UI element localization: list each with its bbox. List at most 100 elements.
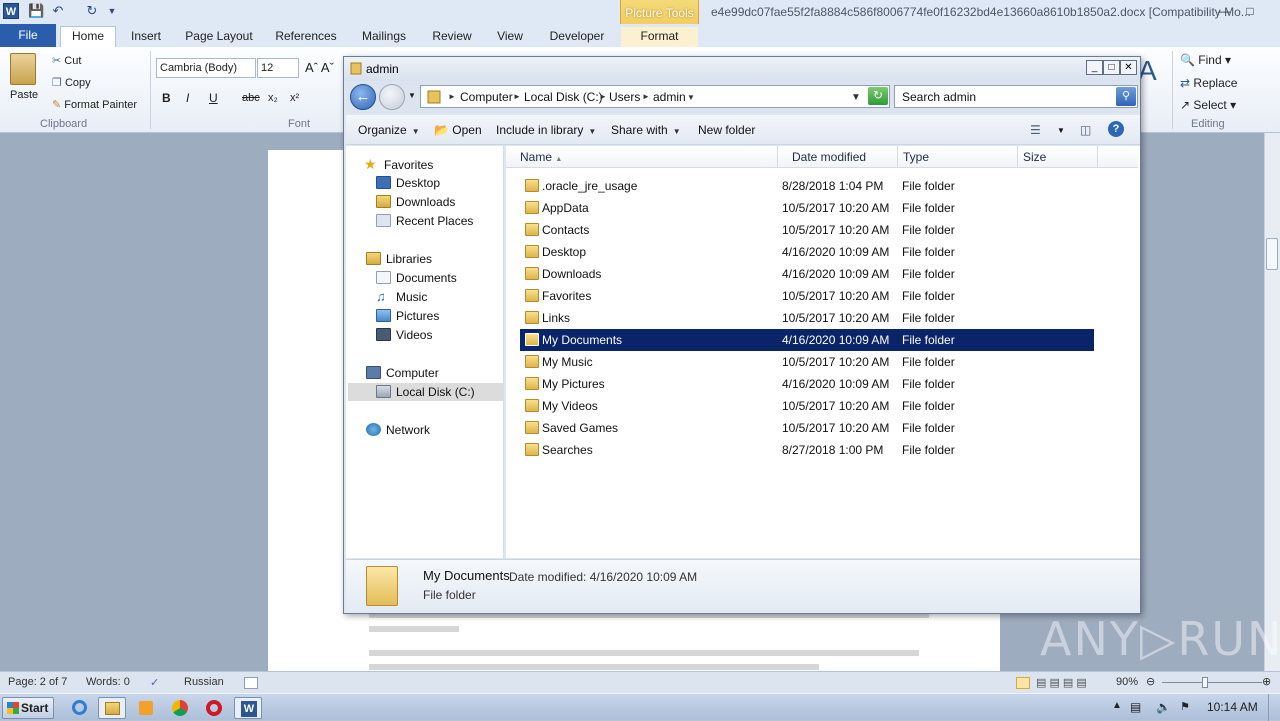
tab-insert[interactable]: Insert: [124, 27, 168, 47]
bold-icon[interactable]: B: [162, 91, 171, 105]
back-button[interactable]: ←: [350, 84, 376, 110]
nav-desktop[interactable]: Desktop: [376, 174, 440, 192]
refresh-icon[interactable]: ↻: [868, 87, 888, 105]
taskbar-chrome-icon[interactable]: [166, 697, 194, 719]
font-size-combo[interactable]: 12: [257, 58, 299, 78]
breadcrumb-local-disk[interactable]: Local Disk (C:): [524, 90, 603, 104]
tab-home[interactable]: Home: [60, 26, 116, 47]
word-app-icon[interactable]: W: [3, 3, 19, 19]
file-row-selected[interactable]: My Documents 4/16/2020 10:09 AM File folde…: [520, 329, 1094, 351]
nav-computer[interactable]: Computer: [366, 364, 439, 382]
nav-libraries[interactable]: Libraries: [366, 250, 432, 268]
tab-view[interactable]: View: [492, 27, 528, 47]
undo-icon[interactable]: ↶: [50, 3, 66, 19]
views-dropdown-icon[interactable]: ▼: [1057, 126, 1065, 135]
italic-icon[interactable]: I: [186, 91, 189, 105]
file-row[interactable]: Searches 8/27/2018 1:00 PM File folder: [520, 439, 1094, 461]
explorer-title-bar[interactable]: admin _ □ ✕: [344, 57, 1140, 81]
zoom-in-icon[interactable]: ⊕: [1262, 675, 1271, 688]
file-row[interactable]: Desktop 4/16/2020 10:09 AM File folder: [520, 241, 1094, 263]
tray-volume-icon[interactable]: 🔈: [1156, 700, 1171, 714]
nav-pictures[interactable]: Pictures: [376, 307, 439, 325]
page-count[interactable]: Page: 2 of 7: [8, 676, 67, 688]
tab-file[interactable]: File: [0, 24, 56, 47]
tray-flag-icon[interactable]: ⚑: [1180, 700, 1190, 713]
paste-icon[interactable]: [10, 53, 36, 85]
file-row[interactable]: Favorites 10/5/2017 10:20 AM File folder: [520, 285, 1094, 307]
save-icon[interactable]: 💾: [28, 3, 44, 19]
tray-expand-icon[interactable]: ▲: [1112, 700, 1122, 711]
underline-icon[interactable]: U: [209, 91, 218, 105]
tab-format[interactable]: Format: [621, 27, 698, 47]
word-count[interactable]: Words: 0: [86, 676, 130, 688]
taskbar-opera-icon[interactable]: [200, 697, 228, 719]
taskbar-explorer-icon[interactable]: [98, 697, 126, 719]
breadcrumb-computer[interactable]: Computer: [460, 90, 513, 104]
nav-network[interactable]: Network: [366, 421, 430, 439]
strikethrough-icon[interactable]: abc: [242, 92, 260, 104]
share-with-button[interactable]: Share with ▼: [611, 123, 681, 137]
grow-font-icon[interactable]: Aˆ Aˇ: [305, 60, 334, 75]
replace-button[interactable]: ⇄ Replace: [1180, 76, 1237, 90]
taskbar-ie-icon[interactable]: [66, 697, 94, 719]
file-row[interactable]: My Pictures 4/16/2020 10:09 AM File folder: [520, 373, 1094, 395]
column-header-size[interactable]: Size: [1018, 146, 1098, 168]
select-button[interactable]: ↗ Select ▾: [1180, 98, 1236, 112]
nav-music[interactable]: ♫ Music: [376, 288, 427, 306]
new-folder-button[interactable]: New folder: [698, 123, 755, 137]
help-icon[interactable]: ?: [1108, 121, 1124, 137]
address-bar[interactable]: ► Computer ► Local Disk (C:) ► Users ► a…: [420, 85, 890, 108]
breadcrumb-arrow-icon[interactable]: ►: [513, 92, 521, 101]
format-painter-button[interactable]: ✎ Format Painter: [52, 98, 137, 111]
explorer-maximize-button[interactable]: □: [1103, 60, 1120, 75]
zoom-slider[interactable]: [1162, 682, 1262, 683]
minimize-button[interactable]: —: [1212, 2, 1236, 20]
copy-button[interactable]: ❐ Copy: [52, 76, 91, 89]
taskbar-word-icon[interactable]: W: [234, 697, 262, 719]
include-in-library-button[interactable]: Include in library ▼: [496, 123, 596, 137]
file-row[interactable]: .oracle_jre_usage 8/28/2018 1:04 PM File f…: [520, 175, 1094, 197]
breadcrumb-arrow-icon[interactable]: ▼: [687, 93, 695, 102]
tab-review[interactable]: Review: [428, 27, 476, 47]
breadcrumb-admin[interactable]: admin: [653, 90, 686, 104]
breadcrumb-arrow-icon[interactable]: ►: [599, 92, 607, 101]
document-scroll-thumb[interactable]: [1266, 238, 1278, 270]
file-row[interactable]: Links 10/5/2017 10:20 AM File folder: [520, 307, 1094, 329]
taskbar-clock[interactable]: 10:14 AM: [1207, 700, 1258, 714]
column-header-type[interactable]: Type: [898, 146, 1018, 168]
paste-button[interactable]: Paste: [10, 89, 38, 101]
nav-downloads[interactable]: Downloads: [376, 193, 455, 211]
font-name-combo[interactable]: Cambria (Body): [156, 58, 256, 78]
show-desktop-button[interactable]: [1268, 694, 1280, 721]
organize-button[interactable]: Organize ▼: [358, 123, 420, 137]
open-button[interactable]: 📂 Open: [434, 123, 482, 137]
nav-videos[interactable]: Videos: [376, 326, 432, 344]
proofing-icon[interactable]: ✓: [150, 676, 159, 689]
document-scrollbar[interactable]: [1264, 133, 1280, 671]
search-icon[interactable]: ⚲: [1116, 87, 1136, 106]
nav-documents[interactable]: Documents: [376, 269, 457, 287]
zoom-level[interactable]: 90%: [1116, 676, 1138, 688]
explorer-minimize-button[interactable]: _: [1086, 60, 1103, 75]
file-row[interactable]: My Music 10/5/2017 10:20 AM File folder: [520, 351, 1094, 373]
macro-record-icon[interactable]: [244, 677, 258, 689]
taskbar-media-player-icon[interactable]: [132, 697, 160, 719]
views-icon[interactable]: ☰: [1030, 123, 1041, 137]
language-indicator[interactable]: Russian: [184, 676, 224, 688]
print-layout-icon[interactable]: [1016, 677, 1030, 689]
tab-page-layout[interactable]: Page Layout: [182, 27, 256, 47]
nav-local-disk[interactable]: Local Disk (C:): [348, 383, 504, 401]
tab-developer[interactable]: Developer: [544, 27, 610, 47]
file-row[interactable]: Downloads 4/16/2020 10:09 AM File folder: [520, 263, 1094, 285]
superscript-icon[interactable]: x²: [290, 92, 299, 104]
find-button[interactable]: 🔍 Find ▾: [1180, 53, 1231, 67]
recent-pages-dropdown[interactable]: ▼: [408, 91, 416, 100]
nav-recent-places[interactable]: Recent Places: [376, 212, 473, 230]
redo-icon[interactable]: ↻: [84, 3, 100, 19]
breadcrumb-arrow-icon[interactable]: ►: [448, 92, 456, 101]
explorer-close-button[interactable]: ✕: [1120, 60, 1137, 75]
column-header-name[interactable]: Name ▲: [506, 146, 778, 168]
breadcrumb-users[interactable]: Users: [609, 90, 640, 104]
nav-favorites[interactable]: ★ Favorites: [364, 155, 433, 173]
cut-button[interactable]: ✂ Cut: [52, 54, 81, 67]
